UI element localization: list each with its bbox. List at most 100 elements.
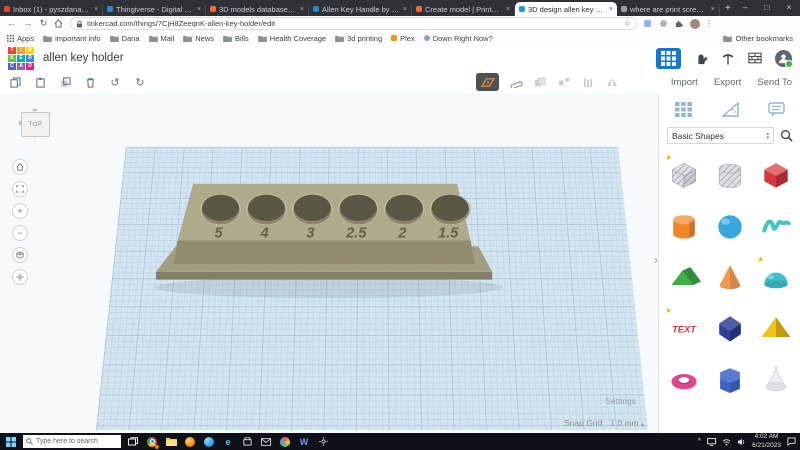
- shape-half-sphere[interactable]: ★: [757, 257, 795, 297]
- bookmark-item[interactable]: Down Right Now?: [424, 34, 493, 43]
- volume-tray-icon[interactable]: [737, 438, 746, 446]
- edge-icon[interactable]: [202, 435, 216, 449]
- mail-icon[interactable]: [259, 435, 273, 449]
- view-cube-top-face[interactable]: TOP: [21, 112, 50, 137]
- shape-wedge[interactable]: [711, 308, 749, 348]
- zoom-out-button[interactable]: −: [12, 225, 28, 241]
- fit-view-button[interactable]: [12, 181, 28, 197]
- redo-icon[interactable]: ↻: [133, 75, 147, 89]
- bookmark-folder[interactable]: important info: [43, 34, 100, 43]
- view-cube[interactable]: TOP: [16, 105, 54, 145]
- tab-close-icon[interactable]: ×: [609, 6, 613, 13]
- browser-tab[interactable]: Inbox (1) - pyszdana@gmail.c×: [0, 2, 103, 16]
- extensions-puzzle-icon[interactable]: [674, 18, 685, 29]
- import-button[interactable]: Import: [671, 77, 698, 88]
- word-icon[interactable]: W: [297, 435, 311, 449]
- tab-close-icon[interactable]: ×: [711, 6, 715, 13]
- shape-box[interactable]: [757, 155, 795, 195]
- firefox-icon[interactable]: [183, 435, 197, 449]
- bookmark-folder[interactable]: Health Coverage: [258, 34, 326, 43]
- action-center-icon[interactable]: [787, 437, 796, 446]
- browser-tab[interactable]: 3D models database | Printabl×: [206, 2, 309, 16]
- task-view-icon[interactable]: [126, 435, 140, 449]
- bookmark-star-icon[interactable]: ☆: [624, 19, 631, 28]
- tab-close-icon[interactable]: ×: [506, 6, 510, 13]
- ruler-tool[interactable]: [509, 75, 523, 89]
- file-explorer-icon[interactable]: [164, 435, 178, 449]
- undo-icon[interactable]: ↺: [108, 75, 122, 89]
- duplicate-icon[interactable]: [58, 75, 72, 89]
- taskbar-clock[interactable]: 4:02 AM 6/21/2023: [752, 433, 781, 450]
- window-close-button[interactable]: ×: [778, 0, 800, 16]
- shape-box-hole[interactable]: ★: [665, 155, 703, 195]
- mirror-icon[interactable]: [605, 75, 619, 89]
- model-allen-key-holder[interactable]: 5 4 3 2.5 2 1.5: [148, 178, 510, 305]
- store-icon[interactable]: [240, 435, 254, 449]
- bookmark-folder[interactable]: Mail: [149, 34, 175, 43]
- monitor-tray-icon[interactable]: [707, 438, 716, 446]
- url-bar[interactable]: tinkercad.com/things/7CjH8ZeeqnK-allen-k…: [70, 17, 637, 30]
- shape-pyramid[interactable]: [757, 308, 795, 348]
- glove-icon[interactable]: [694, 51, 708, 65]
- workplane-tool[interactable]: [476, 73, 499, 91]
- shape-polygon[interactable]: [711, 359, 749, 399]
- window-maximize-button[interactable]: □: [756, 0, 778, 16]
- tab-close-icon[interactable]: ×: [197, 6, 201, 13]
- ruler-panel-icon[interactable]: [722, 102, 739, 117]
- delete-icon[interactable]: [83, 75, 97, 89]
- tray-expand-icon[interactable]: ^: [698, 438, 701, 445]
- new-tab-button[interactable]: +: [725, 2, 731, 16]
- shape-text[interactable]: ★ TEXT: [665, 308, 703, 348]
- account-avatar[interactable]: [775, 50, 792, 67]
- send-to-button[interactable]: Send To: [757, 77, 792, 88]
- browser-tab-active[interactable]: 3D design allen key holder | Ti×: [515, 2, 617, 16]
- profile-avatar[interactable]: [690, 19, 700, 29]
- shape-search-icon[interactable]: [780, 129, 793, 142]
- tab-close-icon[interactable]: ×: [94, 6, 98, 13]
- shapes-grid-icon[interactable]: [675, 102, 692, 117]
- paste-icon[interactable]: [33, 75, 47, 89]
- 3d-viewport[interactable]: 5 4 3 2.5 2 1.5 TOP + − Settings Sna: [0, 93, 658, 433]
- browser-tab[interactable]: Thingiverse - Digital Designs fo×: [103, 2, 206, 16]
- bookmark-folder[interactable]: Dana: [110, 34, 140, 43]
- bookmark-apps[interactable]: Apps: [7, 34, 34, 43]
- start-button[interactable]: [4, 435, 18, 449]
- photos-icon[interactable]: [278, 435, 292, 449]
- browser-menu-icon[interactable]: ⋮: [705, 19, 713, 28]
- notes-icon[interactable]: [768, 102, 785, 117]
- back-icon[interactable]: ←: [6, 16, 17, 31]
- shape-paraboloid[interactable]: [757, 359, 795, 399]
- tinkercad-logo[interactable]: T I N K E R C A D: [8, 47, 34, 70]
- perspective-toggle[interactable]: [12, 247, 28, 263]
- extension-icon[interactable]: [642, 18, 653, 29]
- ungroup-icon[interactable]: [557, 75, 571, 89]
- wifi-tray-icon[interactable]: [722, 438, 731, 446]
- extension-icon[interactable]: [658, 18, 669, 29]
- view-settings-gear[interactable]: [12, 269, 28, 285]
- snap-grid-dropdown[interactable]: 1.0 mm ▴: [610, 418, 644, 428]
- design-title[interactable]: allen key holder: [43, 52, 124, 64]
- export-button[interactable]: Export: [714, 77, 741, 88]
- browser-tab[interactable]: Allen Key Handle by BaGooN |×: [309, 2, 412, 16]
- browser-tab[interactable]: where are print screen files sav×: [617, 2, 720, 16]
- pickaxe-icon[interactable]: [721, 51, 735, 65]
- copy-icon[interactable]: [8, 75, 22, 89]
- shape-category-dropdown[interactable]: Basic Shapes ▴▾: [667, 127, 774, 144]
- taskbar-search[interactable]: Type here to search: [23, 435, 121, 448]
- shape-torus[interactable]: [665, 359, 703, 399]
- canvas-settings-button[interactable]: Settings: [605, 396, 636, 406]
- blocks-view-button[interactable]: [656, 48, 681, 69]
- shape-cylinder[interactable]: [665, 206, 703, 246]
- forward-icon[interactable]: →: [22, 16, 33, 31]
- group-icon[interactable]: [533, 75, 547, 89]
- shape-scribble[interactable]: [757, 206, 795, 246]
- shape-sphere[interactable]: [711, 206, 749, 246]
- shape-roof[interactable]: [665, 257, 703, 297]
- bricks-icon[interactable]: [748, 52, 762, 64]
- bookmark-folder[interactable]: 3d printing: [335, 34, 382, 43]
- align-icon[interactable]: [581, 75, 595, 89]
- tab-close-icon[interactable]: ×: [403, 6, 407, 13]
- settings-app-icon[interactable]: [316, 435, 330, 449]
- window-minimize-button[interactable]: –: [734, 0, 756, 16]
- refresh-icon[interactable]: ↻: [38, 16, 49, 31]
